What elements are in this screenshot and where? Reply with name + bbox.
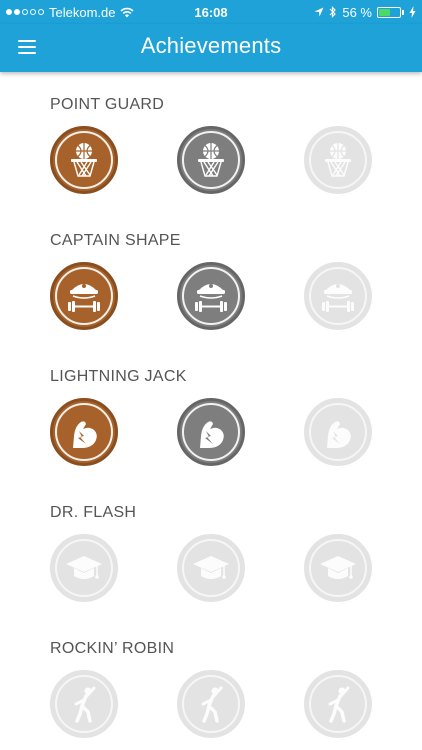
charging-bolt-icon	[409, 6, 416, 18]
battery-percent: 56 %	[342, 4, 372, 20]
captain-dumbbell-icon	[68, 284, 100, 312]
achievement-badge-locked[interactable]	[304, 534, 372, 602]
battery-icon	[377, 6, 404, 18]
status-right: 56 %	[314, 5, 416, 20]
captain-dumbbell-icon	[195, 284, 227, 312]
achievement-badge-locked[interactable]	[304, 262, 372, 330]
achievement-title: CAPTAIN SHAPE	[50, 232, 181, 249]
achievement-title: LIGHTNING JACK	[50, 368, 187, 385]
nav-bar: Achievements	[0, 24, 422, 72]
graduation-cap-icon	[320, 556, 356, 579]
achievement-title: ROCKIN’ ROBIN	[50, 640, 175, 657]
dancer-icon	[74, 686, 96, 723]
achievement-badge-silver[interactable]	[177, 262, 245, 330]
achievement-title: DR. FLASH	[50, 504, 137, 521]
achievement-badge-locked[interactable]	[177, 670, 245, 738]
basketball-hoop-icon	[71, 143, 97, 177]
lightning-bicep-icon	[200, 421, 224, 448]
achievement-section: CAPTAIN SHAPE	[0, 232, 422, 342]
signal-strength-icon	[6, 9, 44, 15]
dancer-icon	[201, 686, 223, 723]
achievement-badge-locked[interactable]	[304, 126, 372, 194]
achievement-badge-locked[interactable]	[50, 670, 118, 738]
page-title: Achievements	[140, 33, 282, 58]
lightning-bicep-icon	[327, 421, 351, 448]
achievement-badge-locked[interactable]	[177, 534, 245, 602]
achievement-section: LIGHTNING JACK	[0, 368, 422, 478]
achievement-badge-bronze[interactable]	[50, 126, 118, 194]
achievement-badge-silver[interactable]	[177, 126, 245, 194]
carrier-name: Telekom.de	[49, 4, 116, 20]
basketball-hoop-icon	[198, 143, 224, 177]
wifi-icon	[120, 7, 135, 17]
achievement-badge-bronze[interactable]	[50, 262, 118, 330]
graduation-cap-icon	[193, 556, 229, 579]
achievement-badge-silver[interactable]	[177, 398, 245, 466]
achievement-badge-locked[interactable]	[304, 670, 372, 738]
graduation-cap-icon	[66, 556, 102, 579]
status-left: Telekom.de	[6, 4, 135, 20]
achievement-section: ROCKIN’ ROBIN	[0, 640, 422, 750]
bluetooth-icon	[329, 6, 337, 18]
captain-dumbbell-icon	[322, 284, 354, 312]
achievement-section: POINT GUARD	[0, 96, 422, 206]
achievement-badge-locked[interactable]	[50, 534, 118, 602]
achievement-badge-bronze[interactable]	[50, 398, 118, 466]
location-arrow-icon	[314, 7, 324, 17]
achievement-badge-locked[interactable]	[304, 398, 372, 466]
achievements-list[interactable]: POINT GUARD CAPTAIN SHAPE LIGHTNING JACK…	[0, 72, 422, 750]
achievement-section: DR. FLASH	[0, 504, 422, 614]
basketball-hoop-icon	[325, 143, 351, 177]
status-bar: Telekom.de 16:08 56 %	[0, 0, 422, 24]
dancer-icon	[328, 686, 350, 723]
lightning-bicep-icon	[73, 421, 97, 448]
achievement-title: POINT GUARD	[50, 96, 165, 113]
